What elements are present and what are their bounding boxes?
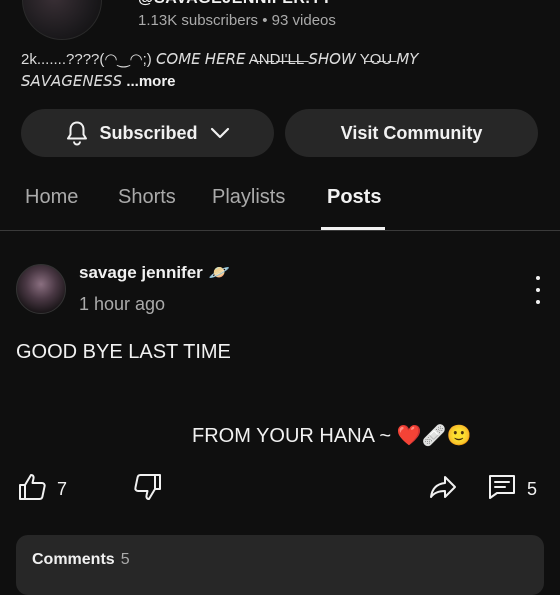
thumbs-down-icon: [133, 472, 163, 507]
stats-separator: •: [262, 12, 268, 29]
post-author-avatar[interactable]: [16, 264, 66, 314]
channel-handle: @SAVAGEJENNIFER.YT: [138, 0, 332, 8]
comment-icon: [487, 472, 517, 507]
tab-posts[interactable]: Posts: [327, 186, 381, 209]
channel-stats: 1.13K subscribers • 93 videos: [138, 12, 336, 29]
tab-playlists[interactable]: Playlists: [212, 186, 285, 209]
comments-section[interactable]: Comments 5: [16, 535, 544, 595]
tab-shorts[interactable]: Shorts: [118, 186, 176, 209]
post-text-line-1: GOOD BYE LAST TIME: [16, 341, 231, 363]
channel-avatar[interactable]: [22, 0, 102, 40]
dislike-button[interactable]: [133, 472, 163, 507]
more-link[interactable]: ...more: [126, 73, 175, 90]
visit-community-label: Visit Community: [340, 122, 483, 143]
planet-icon: 🪐: [208, 263, 230, 282]
subscriber-count: 1.13K subscribers: [138, 12, 259, 29]
post-author-name: savage jennifer: [79, 263, 203, 282]
bell-icon: [65, 120, 89, 146]
share-button[interactable]: [428, 472, 458, 507]
post-timestamp: 1 hour ago: [79, 294, 166, 314]
subscribed-label: Subscribed: [99, 122, 198, 143]
comment-count: 5: [527, 479, 538, 499]
chevron-down-icon: [210, 127, 230, 139]
channel-tabs: Home Shorts Playlists Posts: [0, 172, 560, 231]
post-author[interactable]: savage jennifer 🪐: [79, 263, 230, 283]
tab-home[interactable]: Home: [25, 186, 78, 209]
comment-button[interactable]: 5: [487, 472, 537, 507]
description-text: 2k.......????(◠‿◠;) 𝘊𝘖𝘔𝘌 𝘏𝘌𝘙𝘌 A̶N̶D̶I̶'̶…: [21, 51, 419, 90]
thumbs-up-icon: [17, 472, 47, 507]
like-count: 7: [57, 479, 68, 499]
more-vertical-icon[interactable]: [530, 276, 546, 304]
share-icon: [428, 472, 458, 507]
subscribed-button[interactable]: Subscribed: [21, 109, 274, 157]
post-text-line-2: FROM YOUR HANA ~ ❤️🩹🙂: [192, 425, 472, 447]
comments-header: Comments 5: [32, 551, 130, 569]
active-tab-indicator: [321, 227, 385, 230]
like-button[interactable]: 7: [17, 472, 67, 507]
channel-description[interactable]: 2k.......????(◠‿◠;) 𝘊𝘖𝘔𝘌 𝘏𝘌𝘙𝘌 A̶N̶D̶I̶'̶…: [21, 49, 521, 93]
visit-community-button[interactable]: Visit Community: [285, 109, 538, 157]
video-count: 93 videos: [271, 12, 336, 29]
